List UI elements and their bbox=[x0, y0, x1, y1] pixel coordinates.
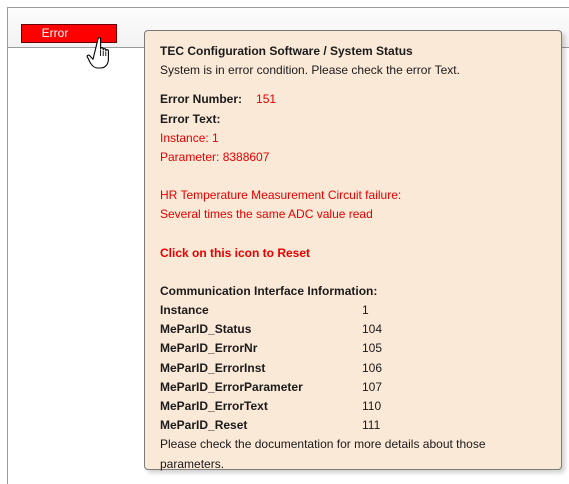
comm-param-value: 105 bbox=[362, 341, 383, 356]
comm-param-name: MeParID_ErrorText bbox=[160, 399, 268, 414]
comm-table-row: MeParID_ErrorInst 106 bbox=[160, 359, 382, 378]
comm-table-row: MeParID_ErrorParameter 107 bbox=[160, 378, 382, 397]
comm-param-value: 110 bbox=[362, 399, 382, 414]
comm-param-name: MeParID_ErrorInst bbox=[160, 360, 266, 375]
comm-interface-table: Instance 1 MeParID_Status 104 MeParID_ErrorN… bbox=[160, 301, 382, 435]
comm-param-value: 107 bbox=[362, 379, 383, 394]
comm-table-row: MeParID_ErrorText 110 bbox=[160, 397, 382, 416]
comm-table-row: MeParID_Status 104 bbox=[160, 320, 382, 339]
failure-description-line-2: Several times the same ADC value read bbox=[160, 207, 373, 222]
error-number-line: Error Number: 151 bbox=[160, 90, 549, 109]
error-number-label: Error Number: bbox=[160, 92, 243, 107]
comm-interface-header: Communication Interface Information: bbox=[160, 283, 378, 298]
comm-param-value: 106 bbox=[362, 360, 383, 375]
comm-table-row: MeParID_ErrorNr 105 bbox=[160, 339, 382, 358]
error-text-label: Error Text: bbox=[160, 111, 221, 126]
reset-hint: Click on this icon to Reset bbox=[160, 245, 311, 260]
tooltip-footer: Please check the documentation for more … bbox=[160, 437, 486, 471]
comm-param-name: MeParID_Status bbox=[160, 322, 252, 337]
error-tooltip: TEC Configuration Software / System Stat… bbox=[144, 30, 562, 471]
comm-table-row: Instance 1 bbox=[160, 301, 382, 320]
comm-param-name: Instance bbox=[160, 303, 209, 318]
comm-param-value: 111 bbox=[362, 418, 381, 433]
comm-param-value: 104 bbox=[362, 322, 383, 337]
comm-table-row: MeParID_Reset 111 bbox=[160, 416, 382, 435]
hand-pointer-cursor-icon bbox=[86, 37, 109, 69]
failure-description-line-1: HR Temperature Measurement Circuit failu… bbox=[160, 188, 402, 203]
comm-param-name: MeParID_ErrorNr bbox=[160, 341, 258, 356]
comm-param-name: MeParID_ErrorParameter bbox=[160, 379, 303, 394]
tooltip-subtitle: System is in error condition. Please che… bbox=[160, 63, 460, 78]
comm-param-value: 1 bbox=[362, 303, 369, 318]
error-number-value: 151 bbox=[256, 92, 277, 107]
comm-param-name: MeParID_Reset bbox=[160, 418, 248, 433]
error-instance-line: Instance: 1 bbox=[160, 130, 219, 145]
error-parameter-line: Parameter: 8388607 bbox=[160, 150, 270, 165]
tooltip-title: TEC Configuration Software / System Stat… bbox=[160, 44, 413, 58]
